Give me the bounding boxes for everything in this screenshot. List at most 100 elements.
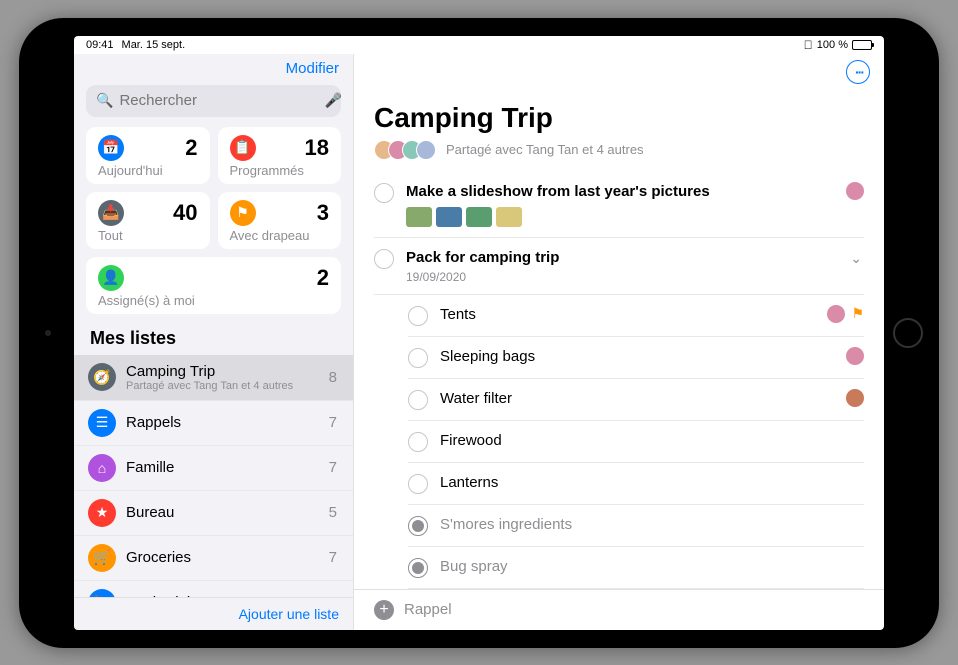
add-reminder-button[interactable]: + Rappel xyxy=(354,589,884,630)
smart-icon: 📋 xyxy=(230,135,256,161)
search-input[interactable] xyxy=(119,92,318,109)
status-bar: 09:41 Mar. 15 sept. 􀙇 100 % xyxy=(74,36,884,54)
thumb xyxy=(436,207,462,227)
main-pane: ··· Camping Trip Partagé avec Tang Tan e… xyxy=(354,54,884,630)
assignee-avatar xyxy=(846,389,864,407)
smart-icon: 📅 xyxy=(98,135,124,161)
reminder-row[interactable]: Pack for camping trip 19/09/2020 ⌄ xyxy=(374,238,864,295)
complete-toggle[interactable] xyxy=(374,183,394,203)
smart-count: 40 xyxy=(173,200,197,226)
reminder-row[interactable]: Firewood xyxy=(408,421,864,463)
share-text: Partagé avec Tang Tan et 4 autres xyxy=(446,142,644,157)
thumb xyxy=(466,207,492,227)
complete-toggle[interactable] xyxy=(408,306,428,326)
reminder-title: Water filter xyxy=(440,389,834,409)
flag-icon: ⚑ xyxy=(851,305,864,322)
camera-dot xyxy=(45,330,51,336)
smart-card-avec-drapeau[interactable]: ⚑ 3 Avec drapeau xyxy=(218,192,342,249)
list-name: Rappels xyxy=(126,414,319,431)
list-count: 7 xyxy=(329,549,337,566)
list-title: Camping Trip xyxy=(354,90,884,138)
share-info[interactable]: Partagé avec Tang Tan et 4 autres xyxy=(354,138,884,172)
list-icon: ★ xyxy=(88,499,116,527)
complete-toggle[interactable] xyxy=(408,348,428,368)
reminder-row[interactable]: Sleeping bags xyxy=(408,337,864,379)
add-reminder-label: Rappel xyxy=(404,601,452,618)
list-item-rappels[interactable]: ☰ Rappels 7 xyxy=(74,401,353,446)
ipad-frame: 09:41 Mar. 15 sept. 􀙇 100 % Modifier 🔍 🎤 xyxy=(19,18,939,648)
smart-icon: 👤 xyxy=(98,265,124,291)
smart-card-aujourd-hui[interactable]: 📅 2 Aujourd'hui xyxy=(86,127,210,184)
edit-button[interactable]: Modifier xyxy=(286,60,339,77)
smart-icon: 📥 xyxy=(98,200,124,226)
more-button[interactable]: ··· xyxy=(846,60,870,84)
complete-toggle[interactable] xyxy=(408,390,428,410)
complete-toggle[interactable] xyxy=(408,516,428,536)
attachment-thumbs[interactable] xyxy=(406,207,834,227)
battery-percent: 100 % xyxy=(817,39,848,51)
reminder-title: Pack for camping trip xyxy=(406,248,836,268)
smart-card-assign-s-moi[interactable]: 👤2Assigné(s) à moi xyxy=(86,257,341,314)
list-icon: 🧭 xyxy=(88,363,116,391)
list-name: Famille xyxy=(126,459,319,476)
sidebar: Modifier 🔍 🎤 📅 2 Aujourd'hui 📋 18 Programmés 📥… xyxy=(74,54,354,630)
smart-icon: ⚑ xyxy=(230,200,256,226)
reminder-row[interactable]: Make a slideshow from last year's pictur… xyxy=(374,172,864,239)
smart-card-programm-s[interactable]: 📋 18 Programmés xyxy=(218,127,342,184)
smart-count: 18 xyxy=(305,135,329,161)
complete-toggle[interactable] xyxy=(408,432,428,452)
battery-icon xyxy=(852,40,872,50)
list-count: 7 xyxy=(329,414,337,431)
smart-label: Avec drapeau xyxy=(230,228,330,243)
list-icon: ⌂ xyxy=(88,454,116,482)
status-date: Mar. 15 sept. xyxy=(122,39,186,51)
complete-toggle[interactable] xyxy=(408,558,428,578)
list-subtitle: Partagé avec Tang Tan et 4 autres xyxy=(126,380,319,392)
add-list-button[interactable]: Ajouter une liste xyxy=(239,606,339,622)
reminder-row[interactable]: Tents ⚑ xyxy=(408,295,864,337)
smart-count: 2 xyxy=(185,135,197,161)
smart-label: Programmés xyxy=(230,163,330,178)
smart-count: 3 xyxy=(317,200,329,226)
list-item-groceries[interactable]: 🛒 Groceries 7 xyxy=(74,536,353,581)
reminder-row[interactable]: Lanterns xyxy=(408,463,864,505)
list-name: Groceries xyxy=(126,549,319,566)
screen: 09:41 Mar. 15 sept. 􀙇 100 % Modifier 🔍 🎤 xyxy=(74,36,884,630)
complete-toggle[interactable] xyxy=(408,474,428,494)
search-field[interactable]: 🔍 🎤 xyxy=(86,85,341,117)
list-item-bureau[interactable]: ★Bureau5 xyxy=(74,491,353,536)
chevron-down-icon[interactable]: ⌄ xyxy=(848,248,864,269)
list-item-famille[interactable]: ⌂ Famille 7 xyxy=(74,446,353,491)
reminder-title: Sleeping bags xyxy=(440,347,834,367)
reminder-row[interactable]: Bug spray xyxy=(408,547,864,589)
list-icon: 🔖 xyxy=(88,589,116,597)
list-item-camping-trip[interactable]: 🧭Camping TripPartagé avec Tang Tan et 4 … xyxy=(74,355,353,401)
status-time: 09:41 xyxy=(86,39,114,51)
list-icon: ☰ xyxy=(88,409,116,437)
reminder-title: S'mores ingredients xyxy=(440,515,852,535)
reminder-date: 19/09/2020 xyxy=(406,270,836,284)
assignee-avatar xyxy=(846,347,864,365)
reminder-title: Lanterns xyxy=(440,473,852,493)
home-button[interactable] xyxy=(893,318,923,348)
list-count: 8 xyxy=(329,369,337,386)
list-count: 7 xyxy=(329,459,337,476)
assignee-avatar xyxy=(827,305,845,323)
reminder-row[interactable]: S'mores ingredients xyxy=(408,505,864,547)
complete-toggle[interactable] xyxy=(374,249,394,269)
assignee-avatar xyxy=(846,182,864,200)
my-lists-heading: Mes listes xyxy=(74,314,353,355)
smart-label: Assigné(s) à moi xyxy=(98,293,329,308)
list-count: 5 xyxy=(329,504,337,521)
wifi-icon: 􀙇 xyxy=(804,38,813,52)
mic-icon[interactable]: 🎤 xyxy=(324,92,341,109)
smart-label: Aujourd'hui xyxy=(98,163,198,178)
plus-icon: + xyxy=(374,600,394,620)
list-icon: 🛒 xyxy=(88,544,116,572)
list-item-book-club[interactable]: 🔖Book Club2 xyxy=(74,581,353,597)
reminder-row[interactable]: Water filter xyxy=(408,379,864,421)
smart-card-tout[interactable]: 📥40Tout xyxy=(86,192,210,249)
search-icon: 🔍 xyxy=(96,92,113,109)
reminder-title: Tents xyxy=(440,305,815,325)
thumb xyxy=(496,207,522,227)
